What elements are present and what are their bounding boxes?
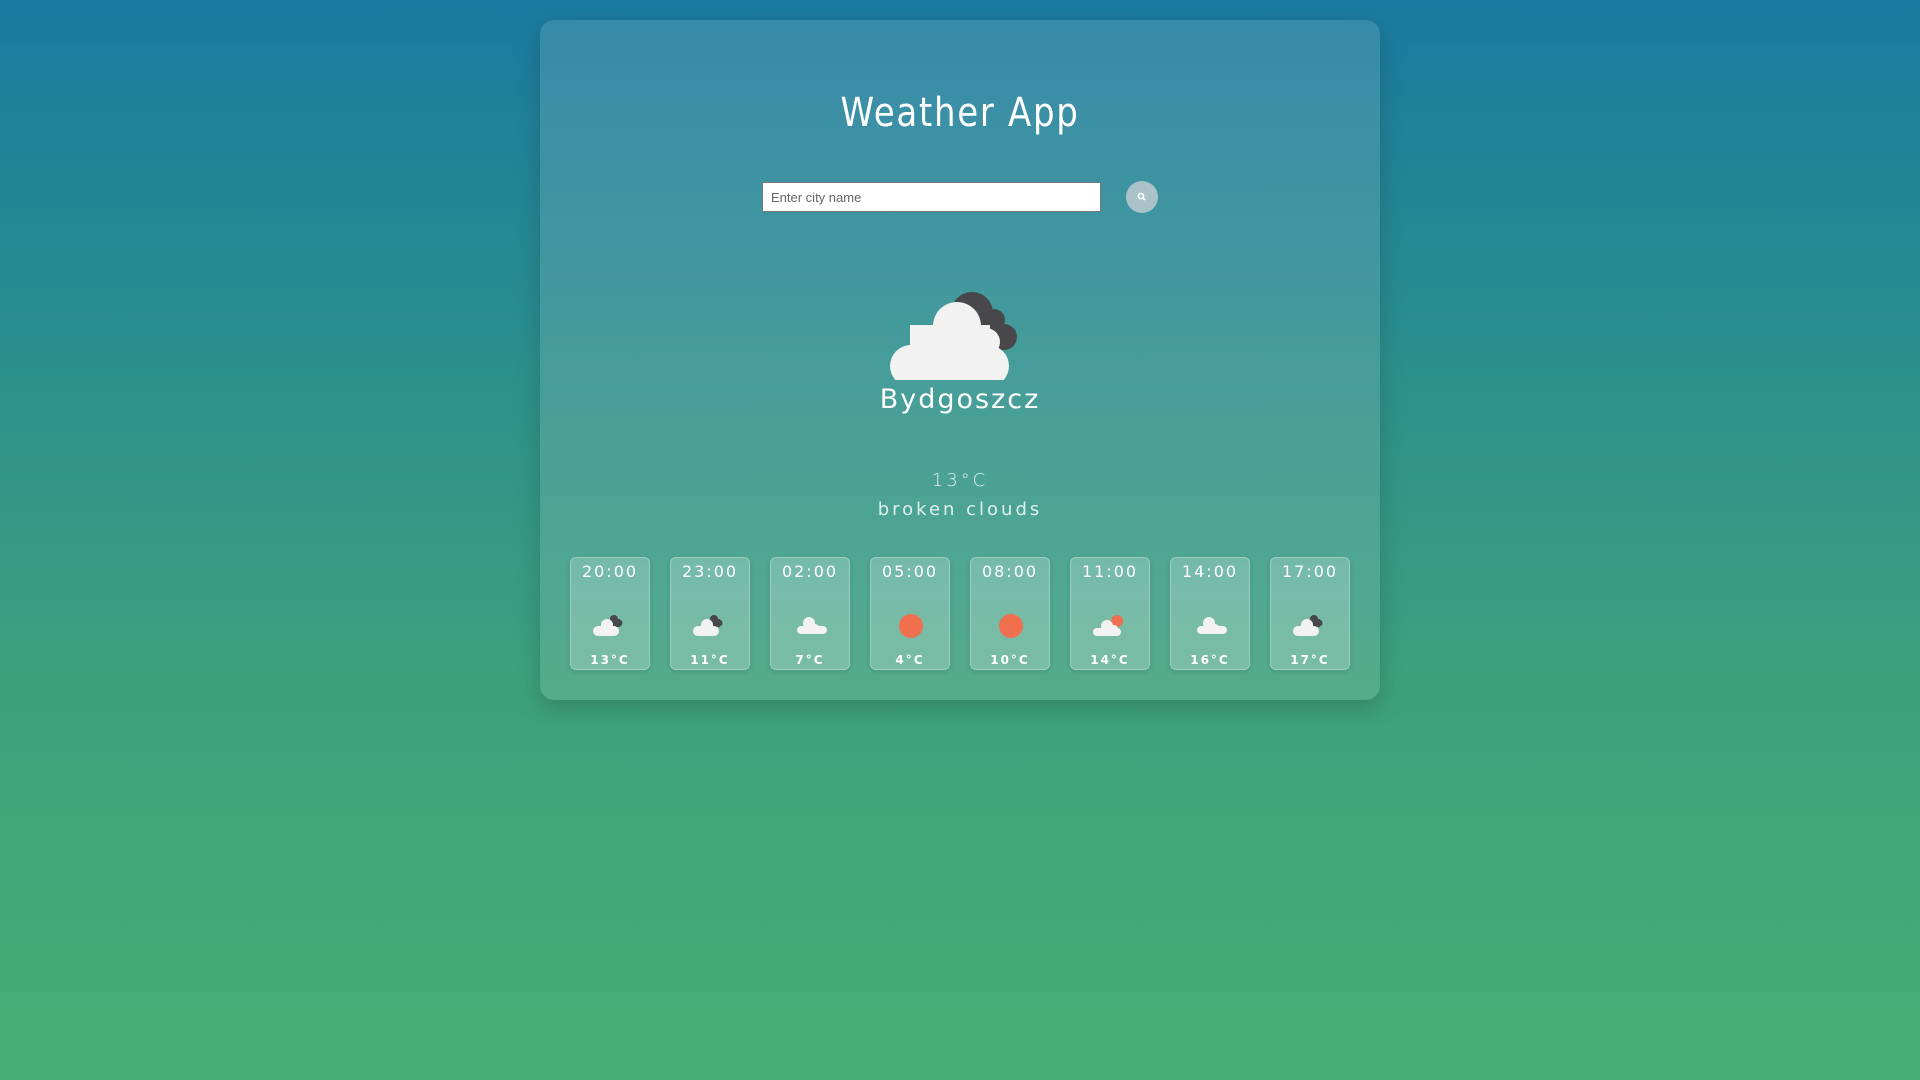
scattered-clouds-icon: [1197, 617, 1227, 634]
forecast-item: 14:00 16°C: [1170, 557, 1250, 670]
forecast-item: 02:00 7°C: [770, 557, 850, 670]
forecast-list: 20:00 13°C 23:00 11°C 02:00 7°C 05:00 4°C 08:00 1…: [570, 557, 1350, 670]
forecast-time: 02:00: [781, 562, 839, 581]
broken-clouds-icon: [890, 292, 1017, 380]
forecast-time: 11:00: [1081, 562, 1139, 581]
forecast-item: 11:00 14°C: [1070, 557, 1150, 670]
scattered-clouds-icon: [797, 617, 827, 634]
forecast-temp: 17°C: [1290, 653, 1330, 667]
few-clouds-icon: [1093, 615, 1123, 636]
city-name: Bydgoszcz: [879, 384, 1041, 415]
forecast-temp: 11°C: [690, 653, 730, 667]
forecast-item: 08:00 10°C: [970, 557, 1050, 670]
forecast-time: 08:00: [981, 562, 1039, 581]
forecast-time: 17:00: [1281, 562, 1339, 581]
forecast-time: 05:00: [881, 562, 939, 581]
weather-description: broken clouds: [877, 499, 1043, 520]
city-search-input[interactable]: [762, 182, 1101, 212]
forecast-time: 20:00: [581, 562, 639, 581]
search-button[interactable]: [1126, 181, 1158, 213]
app-title: Weather App: [840, 90, 1080, 136]
weather-card: Weather App Bydgoszcz 13°C broken clouds…: [540, 20, 1380, 700]
forecast-temp: 16°C: [1190, 653, 1230, 667]
forecast-item: 23:00 11°C: [670, 557, 750, 670]
search-icon: [1137, 192, 1146, 201]
current-temp: 13°C: [931, 470, 989, 491]
broken-clouds-icon: [693, 615, 723, 636]
forecast-item: 17:00 17°C: [1270, 557, 1350, 670]
forecast-item: 05:00 4°C: [870, 557, 950, 670]
clear-sun-icon: [899, 614, 923, 638]
forecast-item: 20:00 13°C: [570, 557, 650, 670]
forecast-time: 23:00: [681, 562, 739, 581]
clear-sun-icon: [999, 614, 1023, 638]
forecast-temp: 14°C: [1090, 653, 1130, 667]
broken-clouds-icon: [593, 615, 623, 636]
forecast-temp: 10°C: [990, 653, 1030, 667]
forecast-temp: 7°C: [795, 653, 825, 667]
broken-clouds-icon: [1293, 615, 1323, 636]
forecast-temp: 4°C: [895, 653, 925, 667]
forecast-time: 14:00: [1181, 562, 1239, 581]
forecast-temp: 13°C: [590, 653, 630, 667]
